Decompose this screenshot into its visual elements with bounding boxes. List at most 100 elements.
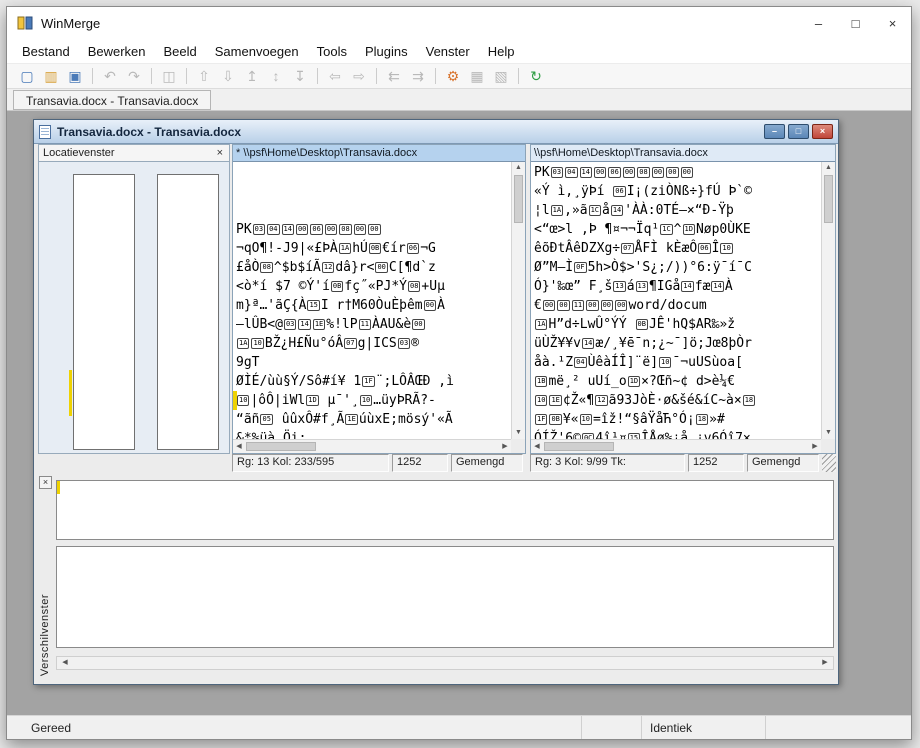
- diff-panel-top[interactable]: [56, 480, 834, 540]
- location-pane-content[interactable]: [39, 162, 229, 453]
- location-pane-close-icon[interactable]: ×: [215, 147, 225, 159]
- control-char: 11: [358, 319, 372, 330]
- menu-help[interactable]: Help: [479, 41, 524, 62]
- refresh-icon[interactable]: ↻: [524, 65, 548, 87]
- copy-all-right-icon[interactable]: ⇉: [406, 65, 430, 87]
- control-char: 1C: [660, 224, 673, 235]
- copy-all-left-icon[interactable]: ⇇: [382, 65, 406, 87]
- vertical-scrollbar-left[interactable]: ▲ ▼: [511, 162, 525, 439]
- control-char: 1A: [338, 243, 352, 254]
- text-line: 10 |ôÔ|iWl 1D µ¯'¸ 10 …üyÞRÃ?-: [237, 393, 436, 408]
- tab-transavia[interactable]: Transavia.docx - Transavia.docx: [13, 90, 212, 110]
- scroll-up-icon[interactable]: ▲: [512, 162, 525, 174]
- control-char: 06: [608, 167, 621, 178]
- prev-diff-icon[interactable]: ⇧: [192, 65, 216, 87]
- control-char: 08: [637, 167, 650, 178]
- plugins-icon[interactable]: ▦: [465, 65, 489, 87]
- control-char: 15: [307, 300, 320, 311]
- scroll-left-icon[interactable]: ◀: [531, 440, 543, 453]
- new-icon[interactable]: ▢: [15, 65, 39, 87]
- copy-right-icon[interactable]: ⇨: [347, 65, 371, 87]
- open-icon[interactable]: ▥: [39, 65, 63, 87]
- scroll-right-icon[interactable]: ▶: [499, 440, 511, 453]
- file-path-header-right[interactable]: \\psf\Home\Desktop\Transavia.docx: [531, 145, 835, 162]
- menu-plugins[interactable]: Plugins: [356, 41, 417, 62]
- scroll-left-icon[interactable]: ◀: [233, 440, 245, 453]
- toolbar-separator: [435, 68, 436, 84]
- text-line: 1F 0B ¥« 10 =îž!“§âŸåЋ°Ó¡ 18 »#: [535, 412, 725, 427]
- diff-pane-close-icon[interactable]: ×: [39, 476, 52, 489]
- menu-bestand[interactable]: Bestand: [13, 41, 79, 62]
- title-bar[interactable]: WinMerge – □ ×: [7, 7, 911, 39]
- control-char: 1A: [535, 319, 548, 330]
- control-char: 14: [711, 281, 724, 292]
- control-char: 14: [281, 224, 294, 235]
- toolbar-separator: [186, 68, 187, 84]
- control-char: 0B: [368, 243, 382, 254]
- maximize-button[interactable]: □: [837, 7, 874, 39]
- scroll-thumb[interactable]: [246, 442, 316, 451]
- location-bar-right[interactable]: [157, 174, 219, 450]
- scroll-thumb[interactable]: [824, 175, 833, 223]
- file-content-right[interactable]: PK 03 04 14 00 06 00 08 00 00 00 «Ý ì‚¸ÿÞí 06 I¡(ziÒ…: [531, 162, 821, 439]
- scroll-up-icon[interactable]: ▲: [822, 162, 835, 174]
- scroll-thumb[interactable]: [544, 442, 614, 451]
- control-char: 00: [651, 167, 665, 178]
- status-eol: Gemengd: [451, 454, 523, 472]
- first-diff-icon[interactable]: ↥: [240, 65, 264, 87]
- view-split-icon[interactable]: ◫: [157, 65, 181, 87]
- menu-samenvoegen[interactable]: Samenvoegen: [206, 41, 308, 62]
- next-diff-icon[interactable]: ⇩: [216, 65, 240, 87]
- resize-grip-icon[interactable]: [822, 454, 836, 472]
- current-diff-icon[interactable]: ↕: [264, 65, 288, 87]
- horizontal-scrollbar-right[interactable]: ◀ ▶: [531, 439, 821, 453]
- vertical-scrollbar-right[interactable]: ▲ ▼: [821, 162, 835, 439]
- compare-title-bar[interactable]: Transavia.docx - Transavia.docx – □ ×: [34, 120, 838, 144]
- child-minimize-button[interactable]: –: [764, 124, 785, 139]
- options-icon[interactable]: ⚙: [441, 65, 465, 87]
- control-char: 00: [375, 262, 388, 273]
- text-line: 1A 10 BŽ¿H£Ñu°óÂ 07 g|ICS 03 ®: [237, 336, 419, 351]
- control-char: 07: [344, 338, 357, 349]
- location-bar-left[interactable]: [73, 174, 135, 450]
- scroll-right-icon[interactable]: ▶: [819, 657, 831, 669]
- redo-icon[interactable]: ↷: [122, 65, 146, 87]
- child-restore-button[interactable]: □: [788, 124, 809, 139]
- window-title: WinMerge: [41, 15, 101, 31]
- scroll-down-icon[interactable]: ▼: [512, 427, 525, 439]
- last-diff-icon[interactable]: ↧: [288, 65, 312, 87]
- file-content-left[interactable]: PK 03 04 14 00 06 00 08 00 00 ¬qO¶!-J9|«£ÞÀ 1A hÚ 0B €…: [233, 162, 511, 439]
- menu-beeld[interactable]: Beeld: [155, 41, 206, 62]
- menu-venster[interactable]: Venster: [417, 41, 479, 62]
- control-char: 1B: [535, 376, 548, 387]
- control-char: 10: [251, 338, 264, 349]
- control-char: 06: [698, 243, 711, 254]
- menu-bewerken[interactable]: Bewerken: [79, 41, 155, 62]
- control-char: 04: [267, 224, 280, 235]
- scroll-down-icon[interactable]: ▼: [822, 427, 835, 439]
- child-close-button[interactable]: ×: [812, 124, 833, 139]
- diff-horizontal-scrollbar[interactable]: ◀ ▶: [56, 656, 834, 670]
- file-path-header-left[interactable]: * \\psf\Home\Desktop\Transavia.docx: [233, 145, 525, 162]
- status-segment: [765, 716, 911, 739]
- text-line: 1B më¸² uUí_o 1D ×?Œñ~¢ d>è¼€: [535, 374, 736, 389]
- close-button[interactable]: ×: [874, 7, 911, 39]
- scroll-left-icon[interactable]: ◀: [59, 657, 71, 669]
- control-char: 10: [720, 243, 733, 254]
- save-icon[interactable]: ▣: [63, 65, 87, 87]
- control-char: 13: [613, 281, 626, 292]
- diff-panel-bottom[interactable]: [56, 546, 834, 648]
- text-line: —lÛB<@ 03 14 1E %!lP 11 ÀAU&è 00: [236, 317, 425, 332]
- menu-tools[interactable]: Tools: [308, 41, 356, 62]
- horizontal-scrollbar-left[interactable]: ◀ ▶: [233, 439, 511, 453]
- control-char: 00: [600, 300, 614, 311]
- undo-icon[interactable]: ↶: [98, 65, 122, 87]
- control-char: 11: [571, 300, 585, 311]
- scroll-right-icon[interactable]: ▶: [809, 440, 821, 453]
- scroll-thumb[interactable]: [514, 175, 523, 223]
- filters-icon[interactable]: ▧: [489, 65, 513, 87]
- text-line: 1A H”d÷LwÛ°ÝÝ 0B JÊ'hQ$AR‰»ž: [535, 317, 736, 332]
- copy-left-icon[interactable]: ⇦: [323, 65, 347, 87]
- text-line: <“œ>l ‚Þ ¶¤¬¬Ïq¹ 1C ^ 1D Nøp0ÙKE: [534, 222, 751, 237]
- minimize-button[interactable]: –: [800, 7, 837, 39]
